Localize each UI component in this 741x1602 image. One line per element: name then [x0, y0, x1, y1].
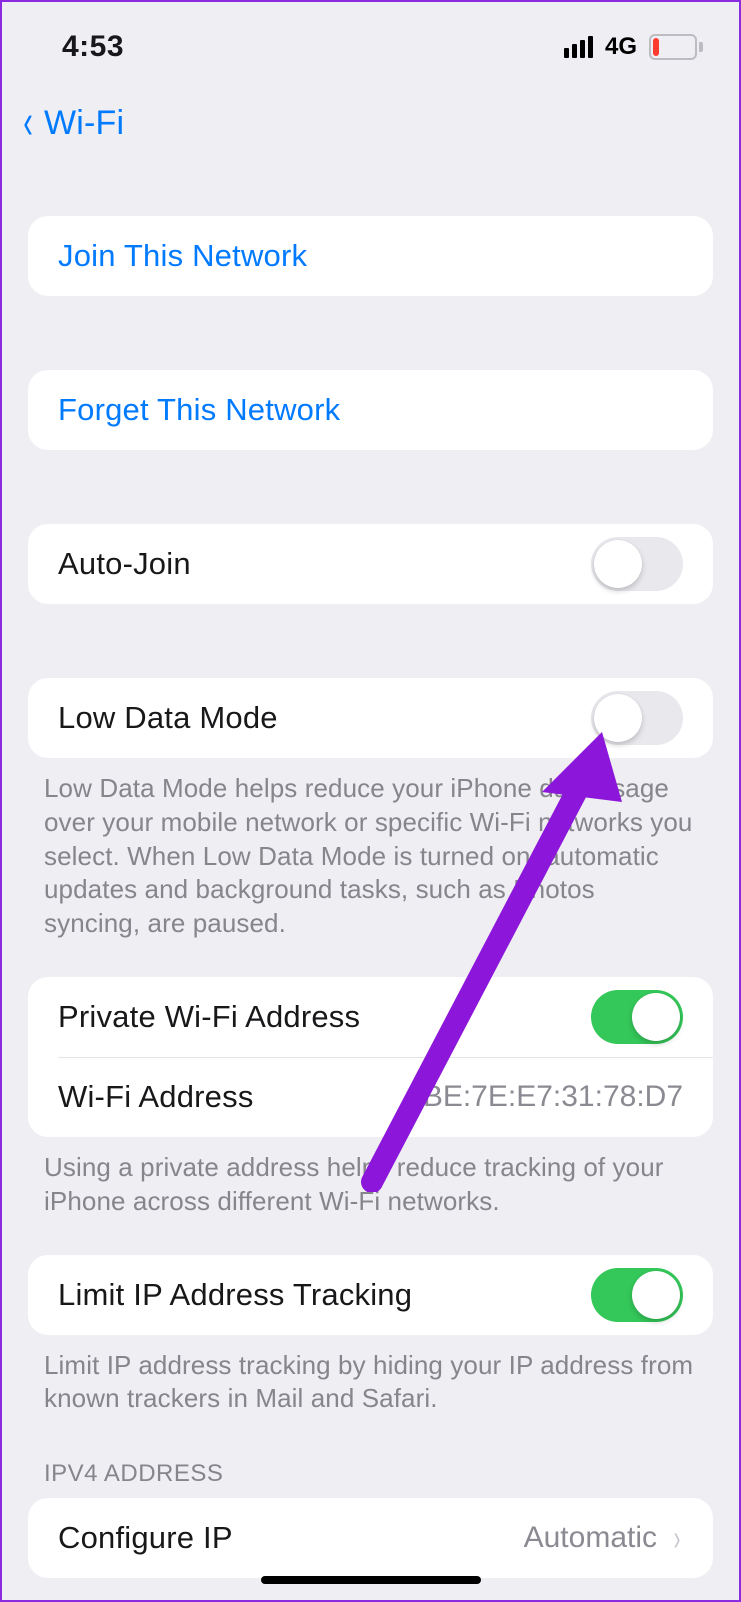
wifi-address-label: Wi-Fi Address [58, 1079, 254, 1115]
private-address-label: Private Wi-Fi Address [58, 999, 360, 1035]
chevron-right-icon: › [674, 1520, 681, 1556]
network-label: 4G [605, 33, 637, 61]
auto-join-toggle[interactable] [591, 537, 683, 591]
limit-ip-label: Limit IP Address Tracking [58, 1277, 412, 1313]
status-right: 4G [564, 33, 703, 61]
limit-ip-toggle[interactable] [591, 1268, 683, 1322]
status-time: 4:53 [62, 30, 124, 64]
join-network-label: Join This Network [58, 238, 307, 274]
forget-network-row[interactable]: Forget This Network [28, 370, 713, 450]
wifi-address-value: BE:7E:E7:31:78:D7 [423, 1080, 683, 1114]
configure-ip-row[interactable]: Configure IP Automatic › [28, 1498, 713, 1578]
home-indicator[interactable] [261, 1576, 481, 1584]
back-icon[interactable]: ‹ [23, 99, 33, 147]
limit-ip-group: Limit IP Address Tracking [28, 1255, 713, 1335]
battery-icon [649, 34, 703, 60]
limit-ip-footer: Limit IP address tracking by hiding your… [2, 1335, 739, 1417]
wifi-address-row: Wi-Fi Address BE:7E:E7:31:78:D7 [28, 1057, 713, 1137]
forget-network-label: Forget This Network [58, 392, 340, 428]
signal-icon [564, 36, 593, 58]
low-data-footer: Low Data Mode helps reduce your iPhone d… [2, 758, 739, 941]
ipv4-section-header: IPV4 ADDRESS [2, 1416, 739, 1498]
auto-join-row: Auto-Join [28, 524, 713, 604]
limit-ip-row: Limit IP Address Tracking [28, 1255, 713, 1335]
configure-ip-value: Automatic [524, 1521, 657, 1555]
low-data-toggle[interactable] [591, 691, 683, 745]
status-bar: 4:53 4G [2, 2, 739, 72]
low-data-row: Low Data Mode [28, 678, 713, 758]
low-data-label: Low Data Mode [58, 700, 278, 736]
private-address-footer: Using a private address helps reduce tra… [2, 1137, 739, 1219]
configure-ip-label: Configure IP [58, 1520, 233, 1556]
auto-join-label: Auto-Join [58, 546, 191, 582]
nav-bar: ‹ Wi-Fi [2, 72, 739, 144]
join-group: Join This Network [28, 216, 713, 296]
auto-join-group: Auto-Join [28, 524, 713, 604]
low-data-group: Low Data Mode [28, 678, 713, 758]
forget-group: Forget This Network [28, 370, 713, 450]
join-network-row[interactable]: Join This Network [28, 216, 713, 296]
back-button[interactable]: Wi-Fi [44, 104, 124, 143]
ipv4-group: Configure IP Automatic › [28, 1498, 713, 1578]
private-address-group: Private Wi-Fi Address Wi-Fi Address BE:7… [28, 977, 713, 1137]
private-address-toggle[interactable] [591, 990, 683, 1044]
private-address-row: Private Wi-Fi Address [28, 977, 713, 1057]
